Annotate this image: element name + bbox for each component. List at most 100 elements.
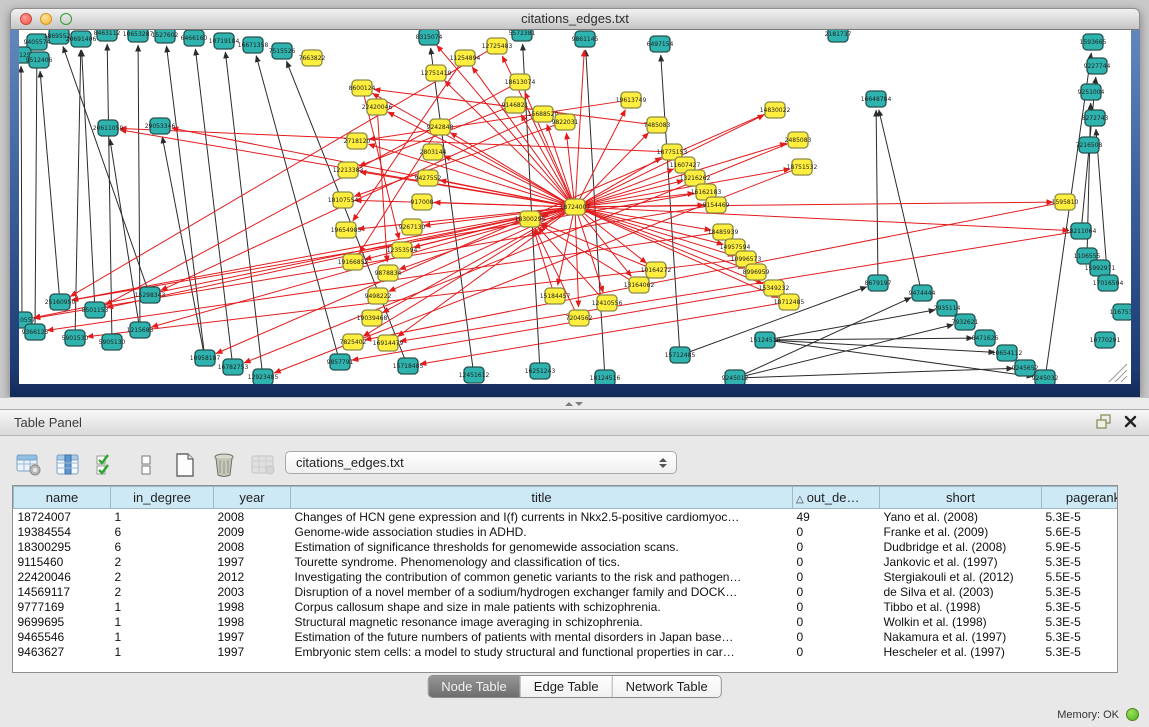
table-cell[interactable]: 1997: [214, 629, 291, 644]
table-cell[interactable]: 22420046: [14, 569, 111, 584]
network-canvas[interactable]: 9405574186955272069140684631121065328715…: [19, 30, 1131, 384]
rows-icon[interactable]: [131, 450, 161, 480]
table-cell[interactable]: Stergiakouli et al. (2012): [880, 569, 1042, 584]
table-row[interactable]: 977716911998Corpus callosum shape and si…: [14, 599, 1119, 614]
table-cell[interactable]: Nakamura et al. (1997): [880, 629, 1042, 644]
table-cell[interactable]: 5.3E-5: [1042, 629, 1119, 644]
table-row[interactable]: 969969511998Structural magnetic resonanc…: [14, 614, 1119, 629]
column-header-indegree[interactable]: in_degree: [111, 487, 214, 509]
table-cell[interactable]: 18724007: [14, 509, 111, 525]
table-cell[interactable]: Embryonic stem cells: a model to study s…: [291, 644, 793, 659]
table-cell[interactable]: Yano et al. (2008): [880, 509, 1042, 525]
table-cell[interactable]: 5.9E-5: [1042, 539, 1119, 554]
table-cell[interactable]: 2008: [214, 509, 291, 525]
table-cell[interactable]: 5.3E-5: [1042, 554, 1119, 569]
table-row[interactable]: 946554611997Estimation of the future num…: [14, 629, 1119, 644]
column-header-short[interactable]: short: [880, 487, 1042, 509]
splitter-handle-icon[interactable]: [567, 401, 581, 407]
table-cell[interactable]: 9465546: [14, 629, 111, 644]
table-cell[interactable]: 0: [793, 644, 880, 659]
table-cell[interactable]: 5.6E-5: [1042, 524, 1119, 539]
table-cell[interactable]: Tourette syndrome. Phenomenology and cla…: [291, 554, 793, 569]
table-cell[interactable]: Wolkin et al. (1998): [880, 614, 1042, 629]
table-row[interactable]: 1872400712008Changes of HCN gene express…: [14, 509, 1119, 525]
table-cell[interactable]: Estimation of significance thresholds fo…: [291, 539, 793, 554]
table-row[interactable]: 1456911722003Disruption of a novel membe…: [14, 584, 1119, 599]
table-cell[interactable]: de Silva et al. (2003): [880, 584, 1042, 599]
tab-node-table[interactable]: Node Table: [428, 676, 521, 697]
table-cell[interactable]: 5.5E-5: [1042, 569, 1119, 584]
table-cell[interactable]: 5.3E-5: [1042, 644, 1119, 659]
table-cell[interactable]: 18300295: [14, 539, 111, 554]
table-cell[interactable]: 2012: [214, 569, 291, 584]
tab-network-table[interactable]: Network Table: [613, 676, 721, 697]
table-row[interactable]: 2242004622012Investigating the contribut…: [14, 569, 1119, 584]
float-window-icon[interactable]: [1096, 414, 1112, 429]
table-source-dropdown[interactable]: citations_edges.txt: [285, 451, 677, 474]
column-header-name[interactable]: name: [14, 487, 111, 509]
table-cell[interactable]: 9777169: [14, 599, 111, 614]
table-row[interactable]: 1830029562008Estimation of significance …: [14, 539, 1119, 554]
table-cell[interactable]: 1998: [214, 599, 291, 614]
table-cell[interactable]: Corpus callosum shape and size in male p…: [291, 599, 793, 614]
panel-splitter[interactable]: [0, 397, 1149, 409]
table-cell[interactable]: 19384554: [14, 524, 111, 539]
table-cell[interactable]: 9463627: [14, 644, 111, 659]
table-cell[interactable]: 2: [111, 584, 214, 599]
new-file-icon[interactable]: [170, 450, 200, 480]
table-cell[interactable]: 1: [111, 509, 214, 525]
tab-edge-table[interactable]: Edge Table: [521, 676, 613, 697]
close-window-button[interactable]: [20, 13, 32, 25]
delete-icon[interactable]: [209, 450, 239, 480]
table-row[interactable]: 1938455462009Genome-wide association stu…: [14, 524, 1119, 539]
table-cell[interactable]: 49: [793, 509, 880, 525]
column-header-year[interactable]: year: [214, 487, 291, 509]
table-cell[interactable]: 5.3E-5: [1042, 584, 1119, 599]
table-cell[interactable]: 0: [793, 524, 880, 539]
table-cell[interactable]: 0: [793, 539, 880, 554]
table-cell[interactable]: 0: [793, 629, 880, 644]
table-cell[interactable]: 5.3E-5: [1042, 509, 1119, 525]
select-column-icon[interactable]: [53, 450, 83, 480]
minimize-window-button[interactable]: [40, 13, 52, 25]
column-header-pagerank[interactable]: pagerank: [1042, 487, 1119, 509]
table-cell[interactable]: Tibbo et al. (1998): [880, 599, 1042, 614]
table-cell[interactable]: 0: [793, 599, 880, 614]
table-cell[interactable]: 5.3E-5: [1042, 599, 1119, 614]
table-cell[interactable]: 0: [793, 614, 880, 629]
network-window-titlebar[interactable]: citations_edges.txt: [10, 8, 1140, 30]
table-cell[interactable]: 1: [111, 629, 214, 644]
table-cell[interactable]: 0: [793, 569, 880, 584]
table-cell[interactable]: 0: [793, 584, 880, 599]
table-cell[interactable]: Structural magnetic resonance image aver…: [291, 614, 793, 629]
table-cell[interactable]: 6: [111, 539, 214, 554]
table-cell[interactable]: 14569117: [14, 584, 111, 599]
table-cell[interactable]: Dudbridge et al. (2008): [880, 539, 1042, 554]
modify-table-icon[interactable]: [14, 450, 44, 480]
table-cell[interactable]: Disruption of a novel member of a sodium…: [291, 584, 793, 599]
table-cell[interactable]: 2: [111, 569, 214, 584]
table-cell[interactable]: Genome-wide association studies in ADHD.: [291, 524, 793, 539]
column-header-title[interactable]: title: [291, 487, 793, 509]
table-cell[interactable]: 1997: [214, 554, 291, 569]
table-cell[interactable]: 2: [111, 554, 214, 569]
table-row[interactable]: 946362711997Embryonic stem cells: a mode…: [14, 644, 1119, 659]
table-cell[interactable]: 1: [111, 644, 214, 659]
table-cell[interactable]: Hescheler et al. (1997): [880, 644, 1042, 659]
table-cell[interactable]: Changes of HCN gene expression and I(f) …: [291, 509, 793, 525]
table-cell[interactable]: 0: [793, 554, 880, 569]
table-cell[interactable]: 9115460: [14, 554, 111, 569]
select-all-icon[interactable]: [92, 450, 122, 480]
column-header-outde[interactable]: △out_de…: [793, 487, 880, 509]
table-cell[interactable]: 6: [111, 524, 214, 539]
table-cell[interactable]: 5.3E-5: [1042, 614, 1119, 629]
table-cell[interactable]: Jankovic et al. (1997): [880, 554, 1042, 569]
table-cell[interactable]: Franke et al. (2009): [880, 524, 1042, 539]
table-cell[interactable]: 1: [111, 614, 214, 629]
table-cell[interactable]: 2009: [214, 524, 291, 539]
table-cell[interactable]: 1998: [214, 614, 291, 629]
table-cell[interactable]: 1: [111, 599, 214, 614]
table-cell[interactable]: 1997: [214, 644, 291, 659]
delete-table-icon[interactable]: [248, 450, 278, 480]
table-cell[interactable]: Estimation of the future numbers of pati…: [291, 629, 793, 644]
